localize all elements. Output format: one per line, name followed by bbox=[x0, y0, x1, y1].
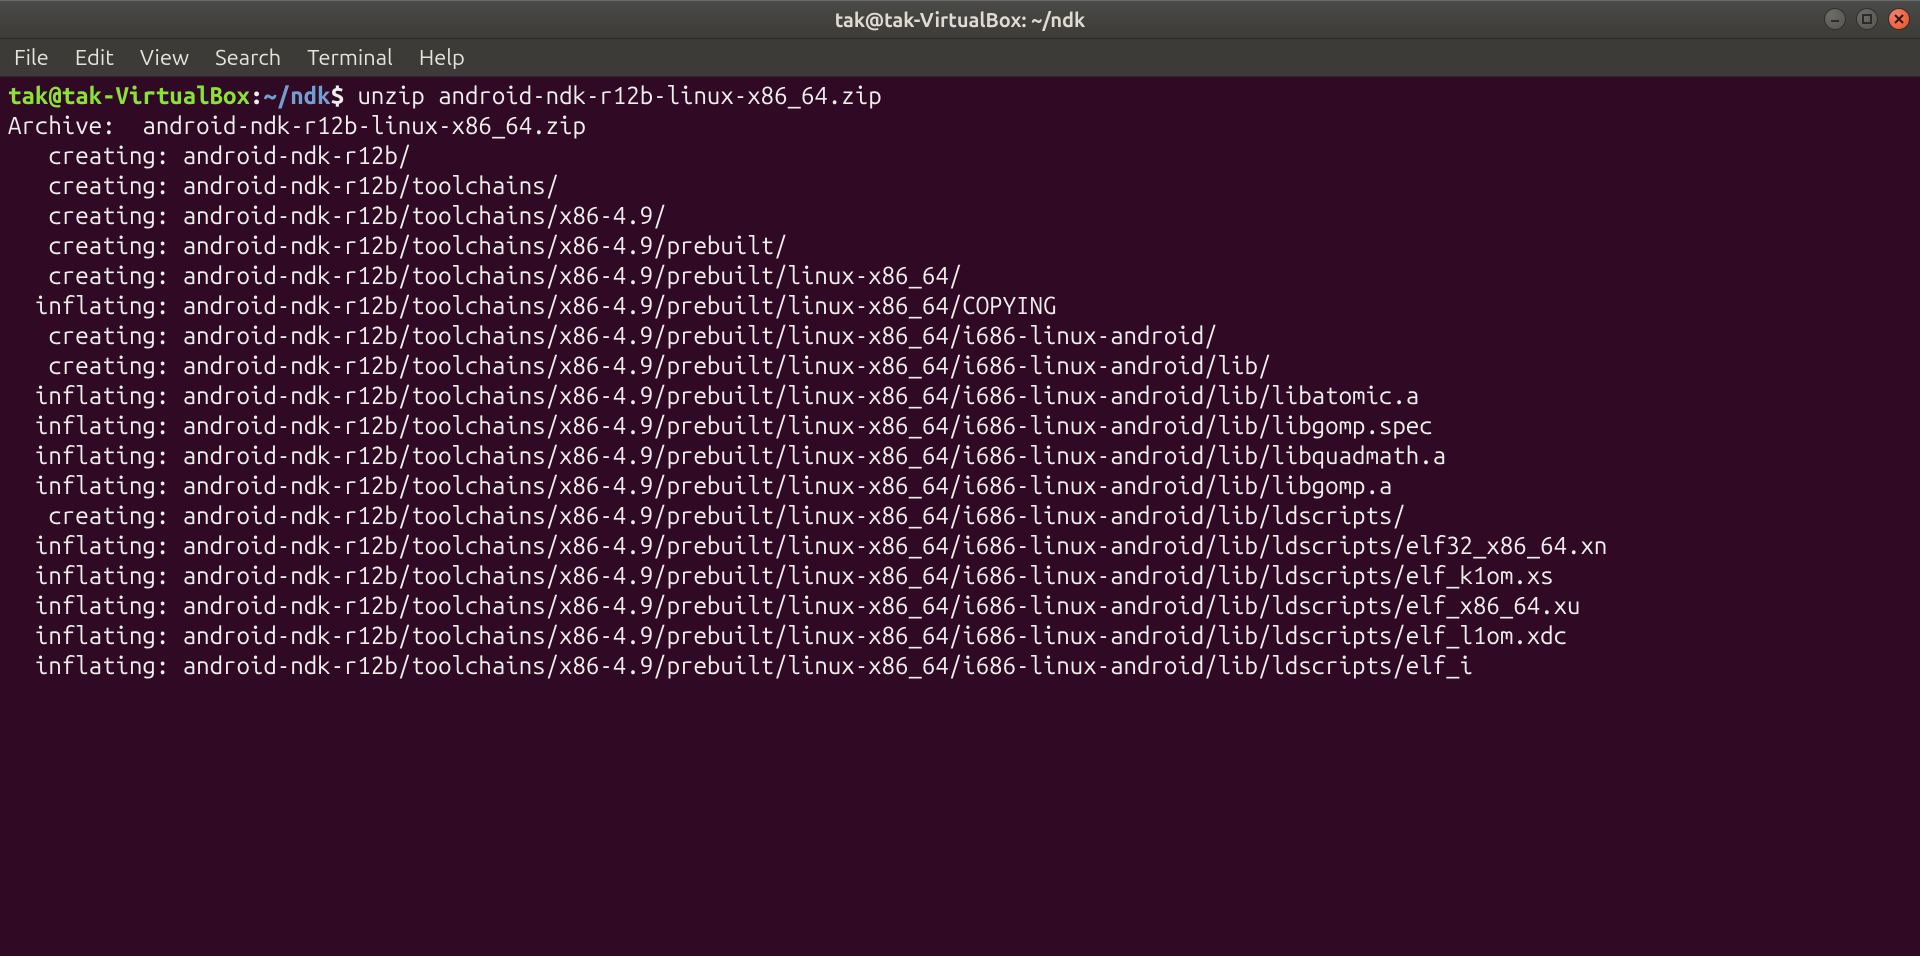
terminal-output-line: inflating: android-ndk-r12b/toolchains/x… bbox=[8, 471, 1912, 501]
terminal-area[interactable]: tak@tak-VirtualBox:~/ndk$ unzip android-… bbox=[0, 77, 1920, 956]
minimize-button[interactable] bbox=[1824, 8, 1846, 30]
terminal-output-line: creating: android-ndk-r12b/toolchains/x8… bbox=[8, 351, 1912, 381]
menu-search[interactable]: Search bbox=[215, 45, 281, 70]
minimize-icon bbox=[1830, 14, 1840, 24]
terminal-output-line: creating: android-ndk-r12b/ bbox=[8, 141, 1912, 171]
maximize-icon bbox=[1862, 14, 1872, 24]
terminal-window: tak@tak-VirtualBox: ~/ndk File Edit View… bbox=[0, 0, 1920, 956]
window-controls bbox=[1824, 8, 1910, 30]
terminal-output-line: inflating: android-ndk-r12b/toolchains/x… bbox=[8, 651, 1912, 681]
menu-view[interactable]: View bbox=[140, 45, 189, 70]
terminal-output-line: creating: android-ndk-r12b/toolchains/x8… bbox=[8, 261, 1912, 291]
terminal-output-line: inflating: android-ndk-r12b/toolchains/x… bbox=[8, 291, 1912, 321]
maximize-button[interactable] bbox=[1856, 8, 1878, 30]
terminal-output-line: creating: android-ndk-r12b/toolchains/x8… bbox=[8, 201, 1912, 231]
prompt-dollar: $ bbox=[331, 82, 344, 109]
terminal-output-line: inflating: android-ndk-r12b/toolchains/x… bbox=[8, 411, 1912, 441]
window-title: tak@tak-VirtualBox: ~/ndk bbox=[835, 8, 1086, 31]
terminal-output-line: creating: android-ndk-r12b/toolchains/x8… bbox=[8, 321, 1912, 351]
close-button[interactable] bbox=[1888, 8, 1910, 30]
terminal-output-line: inflating: android-ndk-r12b/toolchains/x… bbox=[8, 531, 1912, 561]
prompt-colon: : bbox=[250, 82, 263, 109]
command-text: unzip android-ndk-r12b-linux-x86_64.zip bbox=[344, 82, 882, 109]
close-icon bbox=[1894, 14, 1904, 24]
titlebar[interactable]: tak@tak-VirtualBox: ~/ndk bbox=[0, 1, 1920, 39]
prompt-user-host: tak@tak-VirtualBox bbox=[8, 82, 250, 109]
terminal-output-line: inflating: android-ndk-r12b/toolchains/x… bbox=[8, 381, 1912, 411]
terminal-output-line: inflating: android-ndk-r12b/toolchains/x… bbox=[8, 621, 1912, 651]
terminal-output-line: creating: android-ndk-r12b/toolchains/ bbox=[8, 171, 1912, 201]
prompt-path: ~/ndk bbox=[263, 82, 330, 109]
menu-file[interactable]: File bbox=[14, 45, 49, 70]
menubar: File Edit View Search Terminal Help bbox=[0, 39, 1920, 77]
terminal-output-line: creating: android-ndk-r12b/toolchains/x8… bbox=[8, 501, 1912, 531]
terminal-output-line: inflating: android-ndk-r12b/toolchains/x… bbox=[8, 441, 1912, 471]
terminal-output-line: inflating: android-ndk-r12b/toolchains/x… bbox=[8, 591, 1912, 621]
terminal-output-line: Archive: android-ndk-r12b-linux-x86_64.z… bbox=[8, 111, 1912, 141]
menu-help[interactable]: Help bbox=[419, 45, 465, 70]
terminal-output-line: inflating: android-ndk-r12b/toolchains/x… bbox=[8, 561, 1912, 591]
menu-terminal[interactable]: Terminal bbox=[307, 45, 393, 70]
menu-edit[interactable]: Edit bbox=[75, 45, 114, 70]
terminal-output-line: creating: android-ndk-r12b/toolchains/x8… bbox=[8, 231, 1912, 261]
